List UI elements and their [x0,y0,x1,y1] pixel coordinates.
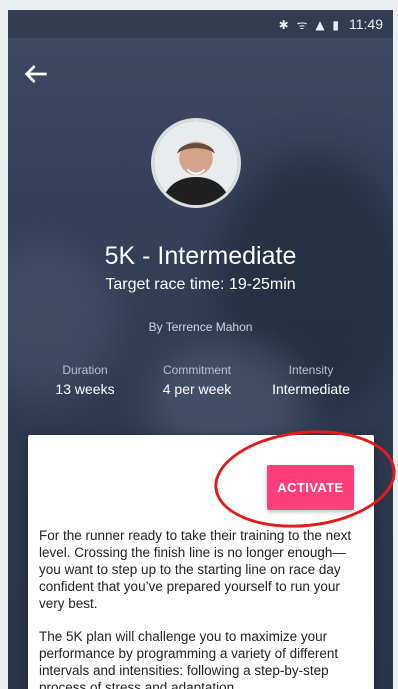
status-icons: ✱ ᯤ ▲ ▮ [279,16,341,33]
plan-description: For the runner ready to take their train… [39,527,363,689]
device-frame: ✱ ᯤ ▲ ▮ 11:49 5K - Intermediate Target r… [0,0,398,689]
stat-label: Intensity [288,363,334,377]
description-paragraph: For the runner ready to take their train… [39,528,352,611]
coach-avatar [151,118,241,208]
stat-label: Duration [62,363,108,377]
stat-value: 4 per week [162,381,232,397]
stat-intensity: Intensity Intermediate [251,363,371,397]
signal-icon: ▲ [315,17,327,32]
stat-value: 13 weeks [55,381,115,397]
plan-title: 5K - Intermediate [104,242,297,270]
stat-value: Intermediate [272,381,350,397]
description-paragraph: The 5K plan will challenge you to maximi… [39,629,339,689]
wifi-icon: ᯤ [296,17,310,32]
bluetooth-icon: ✱ [278,17,291,32]
coach-photo [154,121,238,205]
status-time: 11:49 [349,16,383,32]
back-button[interactable] [20,58,52,90]
arrow-left-icon [24,65,47,83]
stat-label: Commitment [162,363,231,377]
stat-duration: Duration 13 weeks [25,363,145,397]
plan-author: By Terrence Mahon [148,320,253,334]
battery-icon: ▮ [332,17,341,32]
stat-commitment: Commitment 4 per week [137,363,257,397]
target-time: Target race time: 19-25min [105,276,296,293]
status-bar: ✱ ᯤ ▲ ▮ 11:49 [8,10,393,38]
app-screen: ✱ ᯤ ▲ ▮ 11:49 5K - Intermediate Target r… [8,10,393,689]
plan-stats: Duration 13 weeks Commitment 4 per week … [8,363,393,407]
